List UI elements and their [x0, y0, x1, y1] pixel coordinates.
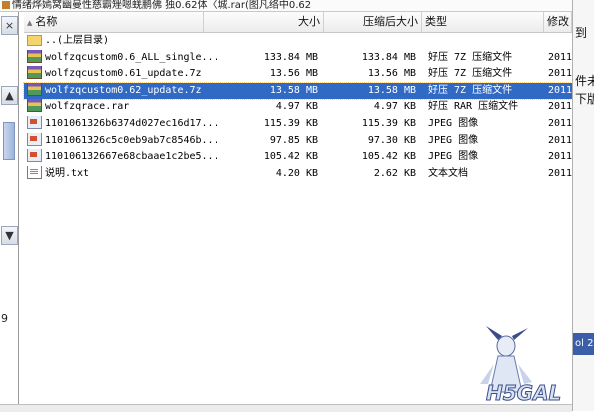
file-type: JPEG 图像 — [428, 134, 479, 146]
file-modified: 2011 — [548, 51, 572, 63]
archive-icon — [27, 66, 42, 80]
background-taskbar-fragment: ol 2 — [573, 333, 594, 355]
file-size: 115.39 KB — [263, 118, 318, 129]
watermark-text: H5GAL — [486, 381, 561, 404]
column-header-compressed-size[interactable]: 压缩后大小 — [324, 12, 422, 32]
file-name: ..(上层目录) — [45, 35, 110, 46]
archive-icon — [27, 49, 42, 63]
file-size: 4.97 KB — [275, 101, 318, 113]
file-type — [428, 33, 548, 49]
column-header-name[interactable]: ▲ 名称 — [24, 12, 204, 32]
file-type: 好压 7Z 压缩文件 — [428, 68, 513, 80]
file-name: wolfzqrace.rar — [45, 101, 130, 113]
file-size: 13.56 MB — [269, 68, 318, 80]
text-file-icon — [27, 165, 42, 179]
file-compressed-size: 105.42 KB — [361, 151, 416, 163]
file-size: 133.84 MB — [263, 51, 318, 63]
file-modified: 2011 — [548, 84, 572, 96]
file-row[interactable]: 说明.txt 4.20 KB 2.62 KB 文本文档 2011 — [24, 165, 572, 182]
file-row[interactable]: 110106132667e68cbaae1c2be5... 105.42 KB 10… — [24, 149, 572, 165]
background-text-1: 到 — [575, 26, 588, 40]
file-size: 105.42 KB — [263, 151, 318, 163]
watermark-logo: H5GAL — [480, 326, 562, 404]
file-name: 110106132667e68cbaae1c2be5... — [45, 151, 217, 163]
file-size — [204, 33, 318, 49]
file-size: 97.85 KB — [269, 134, 318, 146]
file-name-cell: wolfzqcustom0.61_update.7z — [27, 66, 217, 82]
file-modified — [548, 33, 572, 49]
file-modified: 2011 — [548, 68, 572, 80]
file-name-cell: 110106132667e68cbaae1c2be5... — [27, 149, 217, 165]
close-pane-button[interactable]: × — [1, 16, 18, 35]
file-type: 好压 7Z 压缩文件 — [428, 84, 513, 96]
sort-ascending-icon: ▲ — [27, 19, 33, 27]
file-name: 1101061326c5c0eb9ab7c8546b... — [45, 134, 217, 146]
app-icon — [2, 1, 10, 9]
column-header-type[interactable]: 类型 — [422, 12, 544, 32]
file-compressed-size: 13.58 MB — [367, 84, 416, 96]
background-text-3: 下版 — [575, 92, 594, 106]
file-compressed-size — [324, 33, 416, 49]
left-pane-text: 9 — [1, 312, 8, 325]
file-size: 4.20 KB — [275, 167, 318, 179]
file-type: JPEG 图像 — [428, 151, 479, 163]
file-name-cell: 1101061326c5c0eb9ab7c8546b... — [27, 132, 217, 149]
file-row[interactable]: 1101061326b6374d027ec16d17... 115.39 KB 11… — [24, 116, 572, 132]
file-size: 13.58 MB — [269, 84, 318, 96]
left-pane: × ▲ ▼ 9 — [0, 12, 19, 411]
background-text-2: 件未 — [575, 74, 594, 88]
file-name-cell: 1101061326b6374d027ec16d17... — [27, 116, 217, 132]
file-type: 好压 7Z 压缩文件 — [428, 51, 513, 63]
file-modified: 2011 — [548, 167, 572, 179]
column-header-size[interactable]: 大小 — [204, 12, 324, 32]
file-modified: 2011 — [548, 151, 572, 163]
file-modified: 2011 — [548, 101, 572, 113]
file-compressed-size: 2.62 KB — [373, 167, 416, 179]
file-row[interactable]: wolfzqcustom0.61_update.7z 13.56 MB 13.56 … — [24, 66, 572, 82]
file-compressed-size: 133.84 MB — [361, 51, 416, 63]
file-name-cell: 说明.txt — [27, 165, 217, 182]
column-header-modified[interactable]: 修改 — [544, 12, 572, 32]
file-compressed-size: 13.56 MB — [367, 68, 416, 80]
window-title: 情绪烨嫣窝幽曼性慈霸矬嗯蜣鹏佛 独0.62体〈城.rar(图凡络中0.62 — [12, 0, 312, 11]
file-type: JPEG 图像 — [428, 118, 479, 129]
file-name-cell: ..(上层目录) — [27, 33, 217, 49]
file-row[interactable]: wolfzqcustom0.6_ALL_single... 133.84 MB 13… — [24, 49, 572, 66]
file-compressed-size: 115.39 KB — [361, 118, 416, 129]
file-name: wolfzqcustom0.6_ALL_single... — [45, 51, 217, 63]
file-name: 1101061326b6374d027ec16d17... — [45, 118, 217, 129]
file-modified: 2011 — [548, 134, 572, 146]
file-modified: 2011 — [548, 118, 572, 129]
file-name: 说明.txt — [45, 167, 90, 179]
file-compressed-size: 4.97 KB — [373, 101, 416, 113]
archive-icon — [27, 99, 42, 113]
expand-down-button[interactable]: ▼ — [1, 226, 18, 245]
file-type: 好压 RAR 压缩文件 — [428, 101, 519, 113]
file-compressed-size: 97.30 KB — [367, 134, 416, 146]
file-row[interactable]: wolfzqrace.rar 4.97 KB 4.97 KB 好压 RAR 压缩文件 2… — [24, 99, 572, 115]
file-name-cell: wolfzqrace.rar — [27, 99, 217, 115]
file-name: wolfzqcustom0.62_update.7z — [45, 84, 202, 96]
file-type: 文本文档 — [428, 167, 468, 179]
folder-icon — [27, 35, 42, 46]
image-icon — [27, 149, 42, 163]
archive-icon — [27, 82, 42, 96]
column-header-row: ▲ 名称 大小 压缩后大小 类型 修改 — [24, 12, 572, 33]
scrollbar-thumb[interactable] — [3, 122, 15, 160]
file-name-cell: wolfzqcustom0.6_ALL_single... — [27, 49, 217, 66]
file-row-selected[interactable]: wolfzqcustom0.62_update.7z 13.58 MB 13.58 … — [23, 81, 573, 100]
file-row[interactable]: ..(上层目录) — [24, 33, 572, 49]
file-name-cell: wolfzqcustom0.62_update.7z — [27, 82, 217, 99]
file-name: wolfzqcustom0.61_update.7z — [45, 68, 202, 80]
collapse-up-button[interactable]: ▲ — [1, 86, 18, 105]
image-icon — [27, 116, 42, 129]
background-window-strip: 到 件未 下版 ol 2 — [572, 0, 594, 411]
window-title-bar: 情绪烨嫣窝幽曼性慈霸矬嗯蜣鹏佛 独0.62体〈城.rar(图凡络中0.62 — [0, 0, 572, 12]
image-icon — [27, 132, 42, 146]
file-row[interactable]: 1101061326c5c0eb9ab7c8546b... 97.85 KB 97.… — [24, 132, 572, 149]
